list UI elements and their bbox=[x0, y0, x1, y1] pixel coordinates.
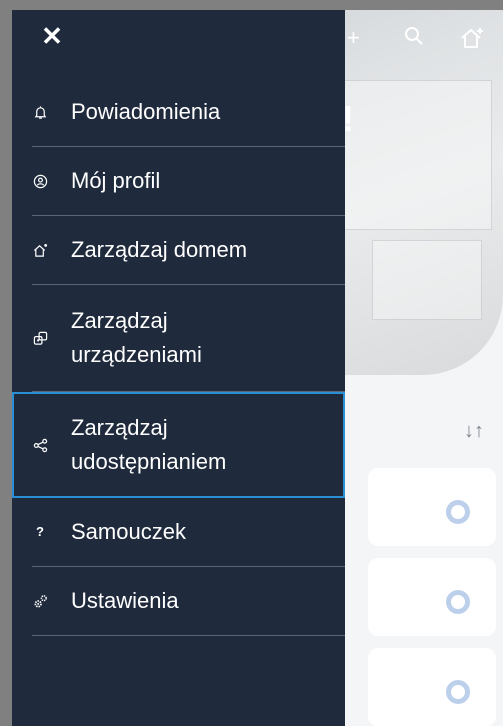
close-icon[interactable]: ✕ bbox=[40, 23, 64, 49]
bell-icon bbox=[32, 104, 48, 120]
menu-item-label: Mój profil bbox=[71, 168, 161, 193]
menu-item-label: Samouczek bbox=[71, 519, 186, 544]
status-ring-icon bbox=[446, 590, 470, 614]
navigation-drawer: ✕ Powiadomienia Mój profil Zarządzaj dom… bbox=[12, 10, 345, 726]
status-ring-icon bbox=[446, 500, 470, 524]
menu-item-label: Powiadomienia bbox=[71, 99, 221, 124]
plus-icon[interactable]: + bbox=[347, 26, 360, 50]
menu-item-label: Zarządzaj udostępnianiem bbox=[71, 415, 227, 474]
menu-item-profile[interactable]: Mój profil bbox=[12, 147, 345, 215]
sort-icon[interactable]: ↓↑ bbox=[464, 420, 484, 443]
search-icon[interactable] bbox=[404, 26, 424, 51]
home-settings-icon bbox=[32, 242, 48, 258]
divider bbox=[32, 635, 345, 636]
device-card[interactable] bbox=[368, 468, 496, 546]
menu-item-tutorial[interactable]: ? Samouczek bbox=[12, 498, 345, 566]
menu-item-label: Ustawienia bbox=[71, 588, 179, 613]
menu-item-manage-home[interactable]: Zarządzaj domem bbox=[12, 216, 345, 284]
share-icon bbox=[32, 437, 48, 453]
drawer-menu: Powiadomienia Mój profil Zarządzaj domem… bbox=[12, 78, 345, 636]
menu-item-label: Zarządzaj domem bbox=[71, 237, 248, 262]
profile-icon bbox=[32, 173, 48, 189]
device-card[interactable] bbox=[368, 558, 496, 636]
question-icon: ? bbox=[36, 524, 44, 539]
menu-item-label: Zarządzaj urządzeniami bbox=[71, 308, 202, 367]
status-ring-icon bbox=[446, 680, 470, 704]
menu-item-notifications[interactable]: Powiadomienia bbox=[12, 78, 345, 146]
gears-icon bbox=[32, 593, 48, 609]
menu-item-settings[interactable]: Ustawienia bbox=[12, 567, 345, 635]
devices-icon bbox=[32, 330, 48, 346]
menu-item-manage-sharing[interactable]: Zarządzaj udostępnianiem bbox=[12, 392, 345, 498]
menu-item-manage-devices[interactable]: Zarządzaj urządzeniami bbox=[12, 285, 345, 391]
device-card[interactable] bbox=[368, 648, 496, 726]
home-add-icon[interactable] bbox=[460, 26, 486, 55]
